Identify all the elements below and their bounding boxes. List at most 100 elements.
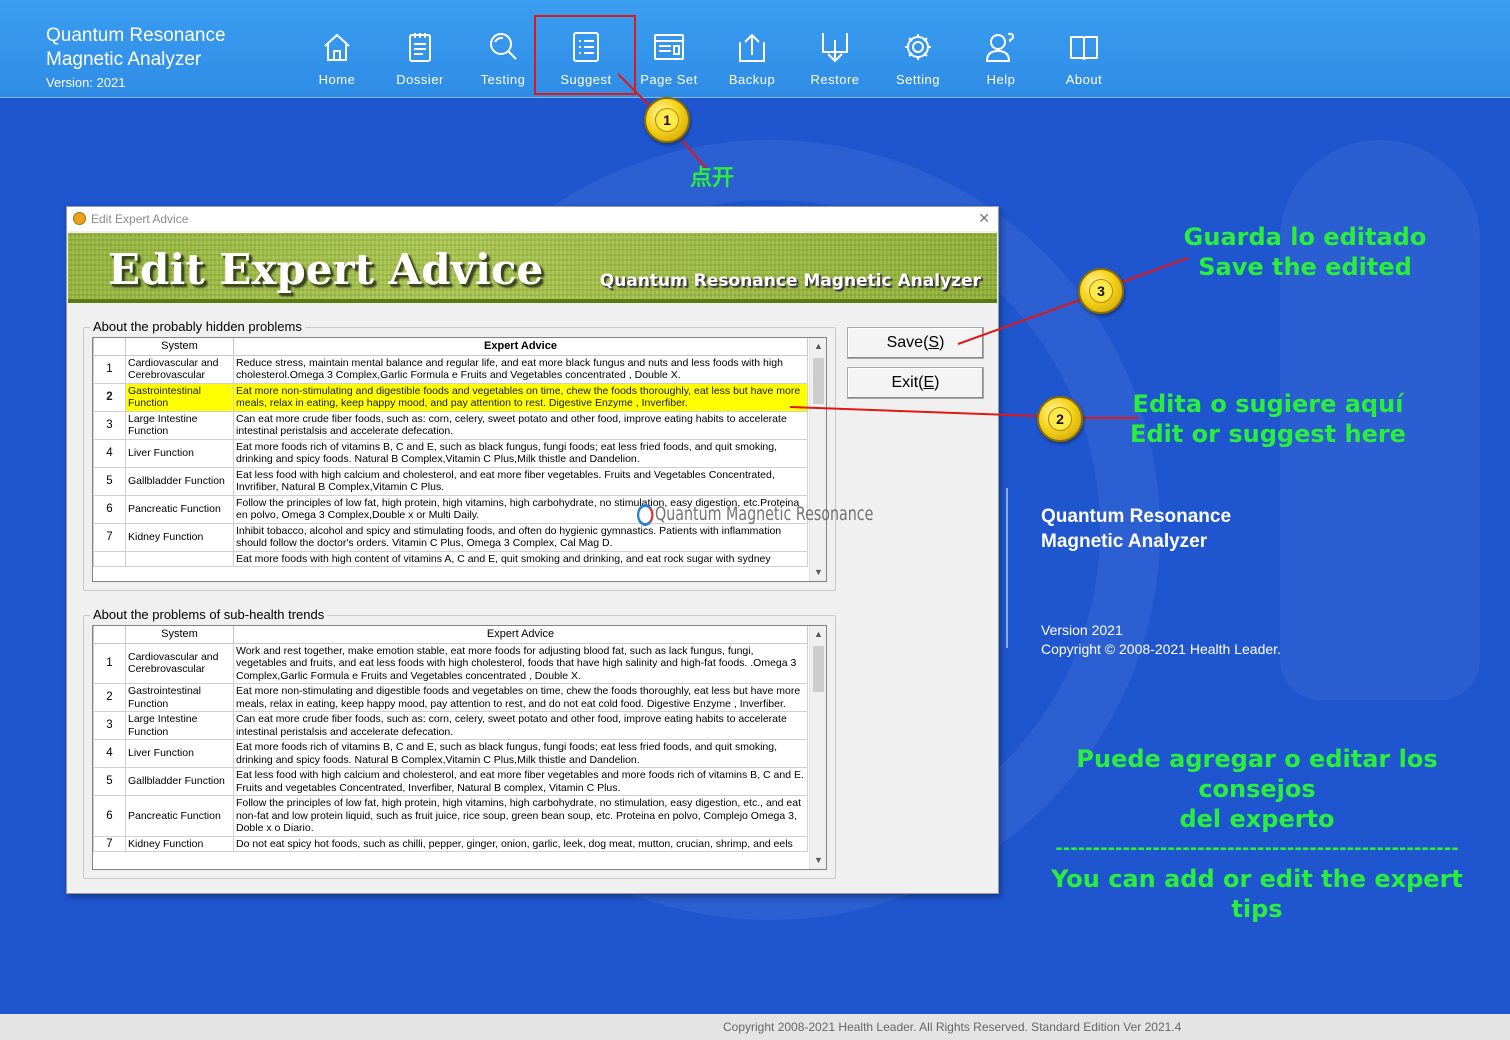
system-cell: Large Intestine Function (125, 711, 234, 740)
table-row[interactable]: 4 Liver Function Eat more foods rich of vi… (93, 739, 808, 768)
table-row[interactable]: 6 Pancreatic Function Follow the principle… (93, 795, 808, 837)
table-row[interactable]: 5 Gallbladder Function Eat less food with … (93, 767, 808, 796)
advice-cell[interactable]: Eat more foods with high content of vita… (233, 550, 808, 567)
header-expert-advice[interactable]: Expert Advice (233, 626, 808, 644)
step-1-number: 1 (655, 108, 679, 132)
nav-restore[interactable]: Restore (793, 0, 877, 98)
step-3-number: 3 (1089, 279, 1113, 303)
scroll-up-icon[interactable]: ▲ (810, 626, 826, 643)
row-number: 3 (93, 711, 126, 740)
system-cell: Gastrointestinal Function (125, 683, 234, 712)
status-bar: Copyright 2008-2021 Health Leader. All R… (0, 1014, 1510, 1040)
dialog-banner: Edit Expert Advice Quantum Resonance Mag… (68, 233, 997, 303)
watermark-logo-icon (637, 503, 654, 526)
header-blank (93, 626, 126, 644)
subhealth-table: System Expert Advice 1 Cardiovascular and… (93, 626, 808, 852)
row-number: 6 (93, 494, 126, 524)
tip-annotation: Puede agregar o editar los consejos del … (1022, 744, 1492, 924)
nav-help-label: Help (986, 72, 1016, 87)
save-annotation-en: Save the edited (1198, 253, 1412, 281)
nav-help[interactable]: Help (959, 0, 1043, 98)
row-number: 2 (93, 382, 126, 412)
download-icon (822, 33, 848, 63)
close-icon[interactable]: ✕ (978, 210, 990, 227)
advice-cell[interactable]: Eat more non-stimulating and digestible … (233, 683, 808, 712)
scroll-up-icon[interactable]: ▲ (810, 338, 826, 355)
advice-cell[interactable]: Eat more foods rich of vitamins B, C and… (233, 739, 808, 768)
advice-cell[interactable]: Eat more non-stimulating and digestible … (233, 382, 808, 412)
system-cell: Kidney Function (125, 522, 234, 552)
header-system[interactable]: System (125, 338, 234, 356)
table-row[interactable]: 2 Gastrointestinal Function Eat more non-s… (93, 382, 808, 412)
system-cell: Gallbladder Function (125, 466, 234, 496)
table-row[interactable]: 5 Gallbladder Function Eat less food with … (93, 466, 808, 496)
suggest-highlight-box (534, 15, 636, 95)
nav-restore-label: Restore (810, 72, 860, 87)
scroll-down-icon[interactable]: ▼ (810, 564, 826, 581)
system-cell: Gallbladder Function (125, 767, 234, 796)
nav-testing[interactable]: Testing (461, 0, 545, 98)
row-number: 7 (93, 522, 126, 552)
row-number: 7 (93, 835, 126, 852)
header-blank (93, 338, 126, 356)
advice-cell[interactable]: Can eat more crude fiber foods, such as:… (233, 410, 808, 440)
nav-setting[interactable]: Setting (876, 0, 960, 98)
table-row[interactable]: 7 Kidney Function Inhibit tobacco, alcohol… (93, 522, 808, 552)
click-annotation: 点开 (690, 166, 735, 191)
app-title-block: Quantum Resonance Magnetic Analyzer Vers… (46, 24, 226, 90)
nav-setting-label: Setting (896, 72, 940, 87)
table-row[interactable]: 1 Cardiovascular and Cerebrovascular Reduc… (93, 354, 808, 384)
save-annotation-es: Guarda lo editado (1183, 223, 1427, 251)
row-number: 3 (93, 410, 126, 440)
nav-home[interactable]: Home (295, 0, 379, 98)
info-version: Version 2021 (1041, 622, 1123, 638)
subhealth-grid-scrollbar[interactable]: ▲ ▼ (809, 626, 826, 869)
hidden-problems-grid[interactable]: System Expert Advice 1 Cardiovascular and… (92, 337, 827, 582)
nav-backup[interactable]: Backup (710, 0, 794, 98)
scroll-down-icon[interactable]: ▼ (810, 852, 826, 869)
advice-cell[interactable]: Follow the principles of low fat, high p… (233, 795, 808, 837)
nav-dossier[interactable]: Dossier (378, 0, 462, 98)
advice-cell[interactable]: Eat less food with high calcium and chol… (233, 466, 808, 496)
dialog-titlebar: Edit Expert Advice ✕ (67, 207, 998, 231)
table-row[interactable]: 4 Liver Function Eat more foods rich of vi… (93, 438, 808, 468)
subhealth-grid[interactable]: System Expert Advice 1 Cardiovascular and… (92, 625, 827, 870)
hidden-grid-scrollbar[interactable]: ▲ ▼ (809, 338, 826, 581)
header-system[interactable]: System (125, 626, 234, 644)
row-number: 5 (93, 466, 126, 496)
nav-home-label: Home (318, 72, 356, 87)
advice-cell[interactable]: Inhibit tobacco, alcohol and spicy and s… (233, 522, 808, 552)
divider-line (1006, 488, 1008, 648)
table-row[interactable]: 3 Large Intestine Function Can eat more cr… (93, 711, 808, 740)
advice-cell[interactable]: Reduce stress, maintain mental balance a… (233, 354, 808, 384)
banner-title: Edit Expert Advice (108, 245, 544, 294)
row-number: 1 (93, 642, 126, 684)
app-icon (73, 212, 86, 225)
top-toolbar: Quantum Resonance Magnetic Analyzer Vers… (0, 0, 1510, 98)
exit-button[interactable]: Exit(E) (847, 367, 984, 399)
nav-page-set[interactable]: Page Set (627, 0, 711, 98)
advice-cell[interactable]: Work and rest together, make emotion sta… (233, 642, 808, 684)
scroll-thumb[interactable] (813, 646, 824, 692)
document-icon (409, 33, 431, 62)
scroll-thumb[interactable] (813, 358, 824, 404)
header-expert-advice[interactable]: Expert Advice (233, 338, 808, 356)
save-annotation: Guarda lo editado Save the edited (1170, 222, 1440, 282)
table-row[interactable]: 3 Large Intestine Function Can eat more cr… (93, 410, 808, 440)
advice-cell[interactable]: Eat less food with high calcium and chol… (233, 767, 808, 796)
table-row[interactable]: 7 Kidney Function Do not eat spicy hot foo… (93, 835, 808, 852)
advice-cell[interactable]: Can eat more crude fiber foods, such as:… (233, 711, 808, 740)
edit-annotation-es: Edita o sugiere aquí (1132, 390, 1404, 418)
table-row[interactable]: 2 Gastrointestinal Function Eat more non-s… (93, 683, 808, 712)
app-title-line2: Magnetic Analyzer (46, 49, 202, 70)
table-row[interactable]: Eat more foods with high content of vita… (93, 550, 808, 567)
subhealth-label: About the problems of sub-health trends (90, 607, 328, 622)
nav-about-label: About (1065, 72, 1103, 87)
table-row[interactable]: 1 Cardiovascular and Cerebrovascular Work … (93, 642, 808, 684)
advice-cell[interactable]: Eat more foods rich of vitamins B, C and… (233, 438, 808, 468)
app-version: Version: 2021 (46, 75, 126, 90)
row-number: 5 (93, 767, 126, 796)
save-button[interactable]: Save(S) (847, 327, 984, 359)
nav-about[interactable]: About (1042, 0, 1126, 98)
advice-cell[interactable]: Do not eat spicy hot foods, such as chil… (233, 835, 808, 852)
